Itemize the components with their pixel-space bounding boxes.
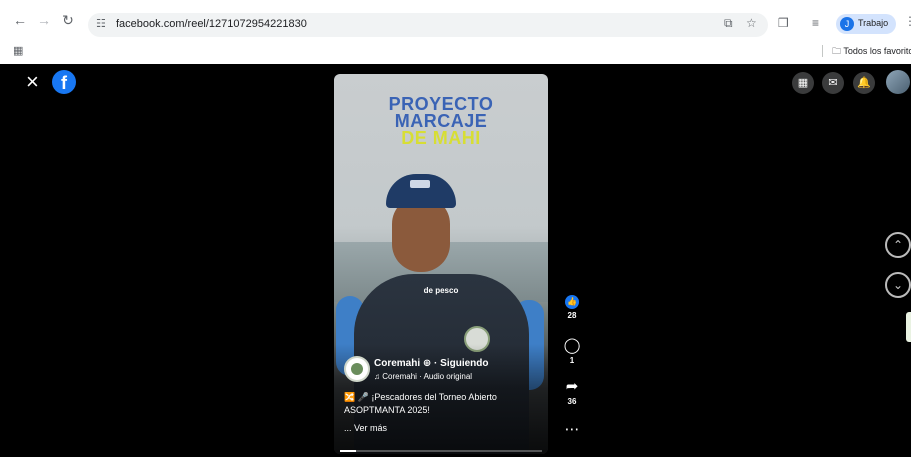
video-progress-fill xyxy=(340,450,357,452)
browser-menu-icon[interactable]: ⋮ xyxy=(904,14,911,28)
profile-button[interactable]: J Trabajo xyxy=(836,14,896,34)
comment-count: 1 xyxy=(569,356,575,365)
extensions-icon[interactable]: ❒ xyxy=(778,16,789,30)
apps-grid-icon[interactable]: ▦ xyxy=(13,44,23,57)
page-avatar[interactable] xyxy=(344,356,370,382)
bookmarks-divider xyxy=(822,45,823,57)
page-logo xyxy=(351,363,363,375)
profile-initial: J xyxy=(840,17,854,31)
notifications-bell-icon[interactable]: 🔔 xyxy=(853,72,875,94)
like-button[interactable]: 👍 28 xyxy=(561,295,583,320)
browser-chrome: ← → ↻ ☷ facebook.com/reel/12710729542218… xyxy=(0,0,911,64)
previous-reel-chevron-up-icon[interactable]: ⌃ xyxy=(885,232,911,258)
like-count: 28 xyxy=(567,311,577,320)
cap-logo xyxy=(410,180,430,188)
reel-video[interactable]: PROYECTO MARCAJE DE MAHI de pesco Corema… xyxy=(334,74,548,454)
messenger-icon[interactable]: ✉ xyxy=(822,72,844,94)
site-settings-icon[interactable]: ☷ xyxy=(96,17,106,30)
reload-icon[interactable]: ↻ xyxy=(60,12,76,28)
address-bar[interactable]: ☷ facebook.com/reel/1271072954221830 xyxy=(88,13,768,37)
video-subtitle: de pesco xyxy=(423,286,459,295)
see-more-link[interactable]: ... Ver más xyxy=(344,423,387,433)
video-progress-bar[interactable] xyxy=(340,450,542,452)
bookmarks-bar: ▦ 🗀 Todos los favoritos xyxy=(0,38,911,62)
all-bookmarks-label: Todos los favoritos xyxy=(843,46,911,56)
browser-toolbar: ← → ↻ ☷ facebook.com/reel/12710729542218… xyxy=(0,0,911,38)
audio-link[interactable]: ♫ Coremahi · Audio original xyxy=(374,372,472,381)
side-extension-tab[interactable] xyxy=(906,312,911,342)
next-reel-chevron-down-icon[interactable]: ⌄ xyxy=(885,272,911,298)
menu-grid-icon[interactable]: ▦ xyxy=(792,72,814,94)
profile-label: Trabajo xyxy=(858,18,889,28)
url-text: facebook.com/reel/1271072954221830 xyxy=(116,18,307,30)
close-icon[interactable]: × xyxy=(26,71,39,93)
post-text-line-2: ASOPTMANTA 2025! xyxy=(344,405,430,415)
audio-label: Coremahi · Audio original xyxy=(382,372,473,381)
bookmark-star-icon[interactable]: ☆ xyxy=(746,16,757,30)
more-dots-icon: ⋯ xyxy=(564,421,580,438)
post-text-line-1: 🔀 🎤 ¡Pescadores del Torneo Abierto xyxy=(344,392,497,402)
more-options-button[interactable]: ⋯ xyxy=(561,422,583,438)
post-text-1: ¡Pescadores del Torneo Abierto xyxy=(371,392,497,402)
poster-title: PROYECTO MARCAJE DE MAHI xyxy=(334,95,548,148)
like-thumb-icon: 👍 xyxy=(565,295,579,309)
comment-button[interactable]: ◯ 1 xyxy=(561,337,583,366)
comment-bubble-icon: ◯ xyxy=(563,337,581,354)
share-button[interactable]: ➦ 36 xyxy=(561,378,583,407)
facebook-logo[interactable]: f xyxy=(52,70,76,94)
reading-list-icon[interactable]: ≡ xyxy=(812,16,819,30)
all-bookmarks-folder[interactable]: 🗀 Todos los favoritos xyxy=(832,44,911,60)
forward-icon[interactable]: → xyxy=(36,12,52,28)
install-app-icon[interactable]: ⧉ xyxy=(724,16,733,31)
page-name-link[interactable]: Coremahi ⊕ · Siguiendo xyxy=(374,358,489,369)
share-count: 36 xyxy=(567,397,577,406)
reel-viewer: × f ▦ ✉ 🔔 ⌃ ⌄ PROYECTO MARCAJE DE MAHI d… xyxy=(8,64,911,457)
back-icon[interactable]: ← xyxy=(12,12,28,28)
poster-title-line-3: DE MAHI xyxy=(401,128,481,148)
share-arrow-icon: ➦ xyxy=(565,378,579,395)
account-avatar[interactable] xyxy=(886,70,910,94)
